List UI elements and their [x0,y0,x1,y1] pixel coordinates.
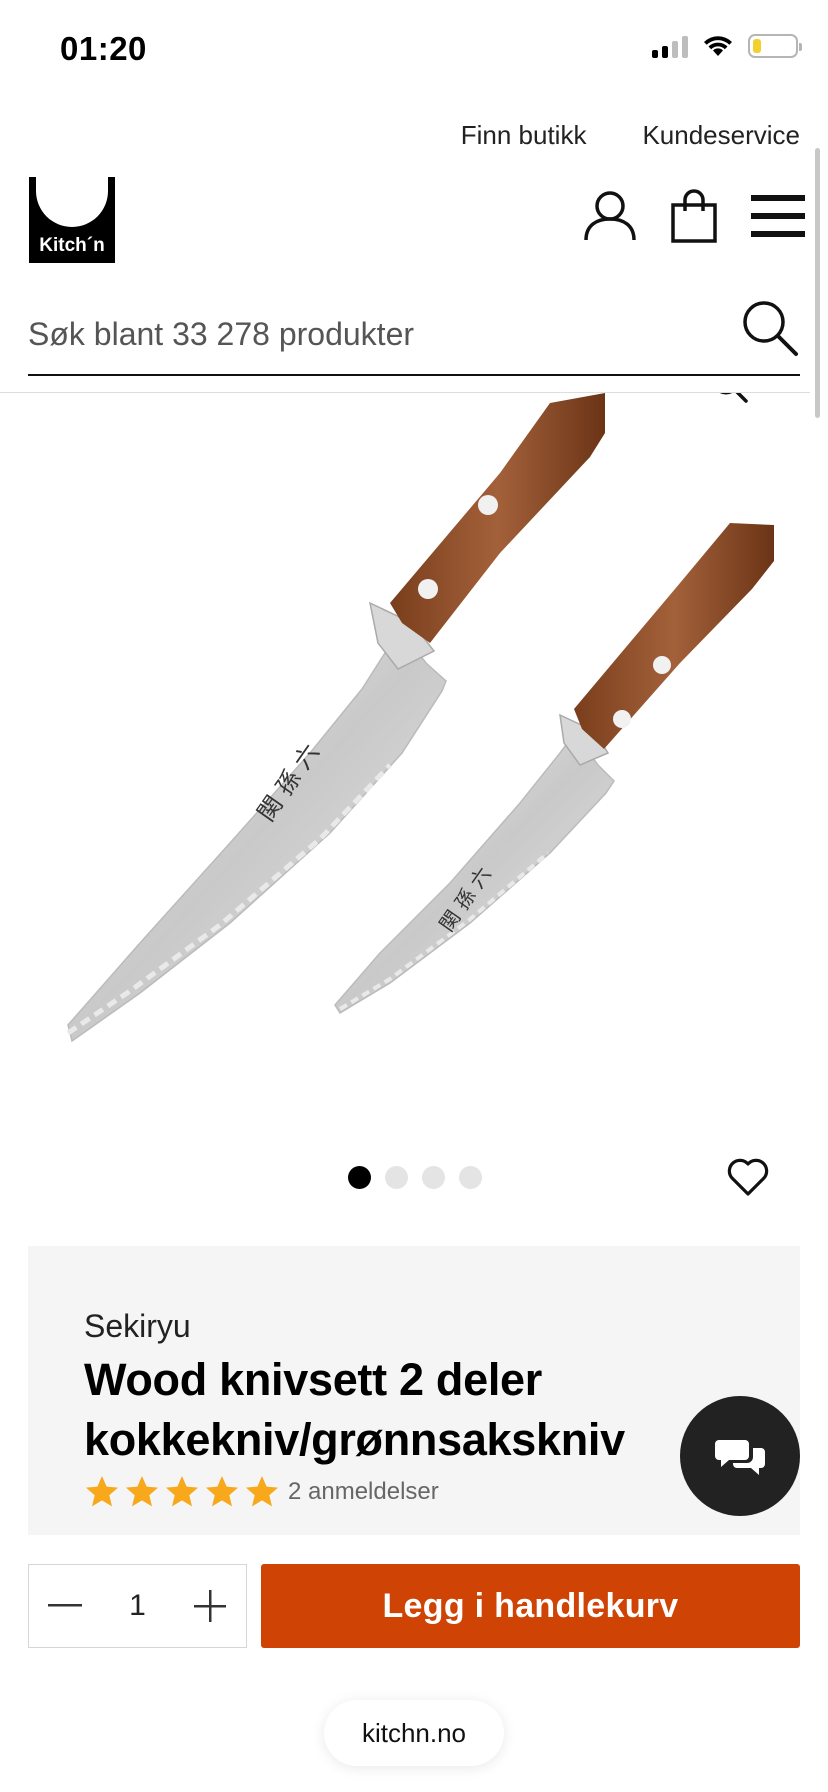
plus-icon [194,1590,226,1622]
minus-icon [48,1604,82,1607]
review-count[interactable]: 2 anmeldelser [288,1478,439,1506]
rating-stars [84,1474,280,1510]
star-icon [166,1476,198,1507]
product-brand[interactable]: Sekiryu [84,1308,191,1345]
zoom-icon[interactable] [710,393,750,405]
product-info: Sekiryu Wood knivsett 2 deler kokkekniv/… [28,1246,800,1535]
star-icon [206,1476,238,1507]
header-icons [582,188,806,244]
battery-icon [748,34,802,58]
add-to-cart-button[interactable]: Legg i handlekurv [261,1564,800,1648]
knife-set-image: 関 孫 六 関 孫 六 [66,393,774,1043]
search-bar [28,298,800,376]
page-scrollbar[interactable] [815,148,820,418]
status-time: 01:20 [60,30,147,67]
menu-icon[interactable] [750,188,806,244]
heart-icon[interactable] [726,1155,770,1199]
product-rating[interactable]: 2 anmeldelser [84,1474,439,1510]
top-links: Finn butikk Kundeservice [461,120,800,151]
status-bar: 01:20 [0,0,828,100]
star-icon [86,1476,118,1507]
shopping-bag-icon[interactable] [666,188,722,244]
search-icon[interactable] [740,298,800,358]
status-icons [652,34,802,58]
logo-bowl-icon [36,177,108,227]
carousel-dot-3[interactable] [422,1166,445,1189]
star-icon [246,1476,278,1507]
logo-text: Kitch´n [39,235,105,256]
user-icon[interactable] [582,188,638,244]
product-image[interactable]: 関 孫 六 関 孫 六 [30,393,800,1103]
carousel-dot-4[interactable] [459,1166,482,1189]
product-title: Wood knivsett 2 deler kokkekniv/grønnsak… [84,1354,625,1465]
carousel-dots [348,1166,482,1189]
quantity-decrease-button[interactable] [29,1565,101,1647]
wifi-icon [704,36,732,56]
search-input[interactable] [28,306,728,362]
customer-service-link[interactable]: Kundeservice [642,120,800,151]
carousel-dot-1[interactable] [348,1166,371,1189]
star-icon [126,1476,158,1507]
kitchn-logo[interactable]: Kitch´n [29,177,115,263]
carousel-dot-2[interactable] [385,1166,408,1189]
browser-url[interactable]: kitchn.no [324,1700,504,1766]
chat-icon [715,1440,765,1475]
signal-icon [652,34,688,58]
chat-button[interactable] [680,1396,800,1516]
find-store-link[interactable]: Finn butikk [461,120,587,151]
quantity-value[interactable]: 1 [101,1589,174,1623]
quantity-increase-button[interactable] [174,1565,246,1647]
quantity-stepper: 1 [28,1564,247,1648]
